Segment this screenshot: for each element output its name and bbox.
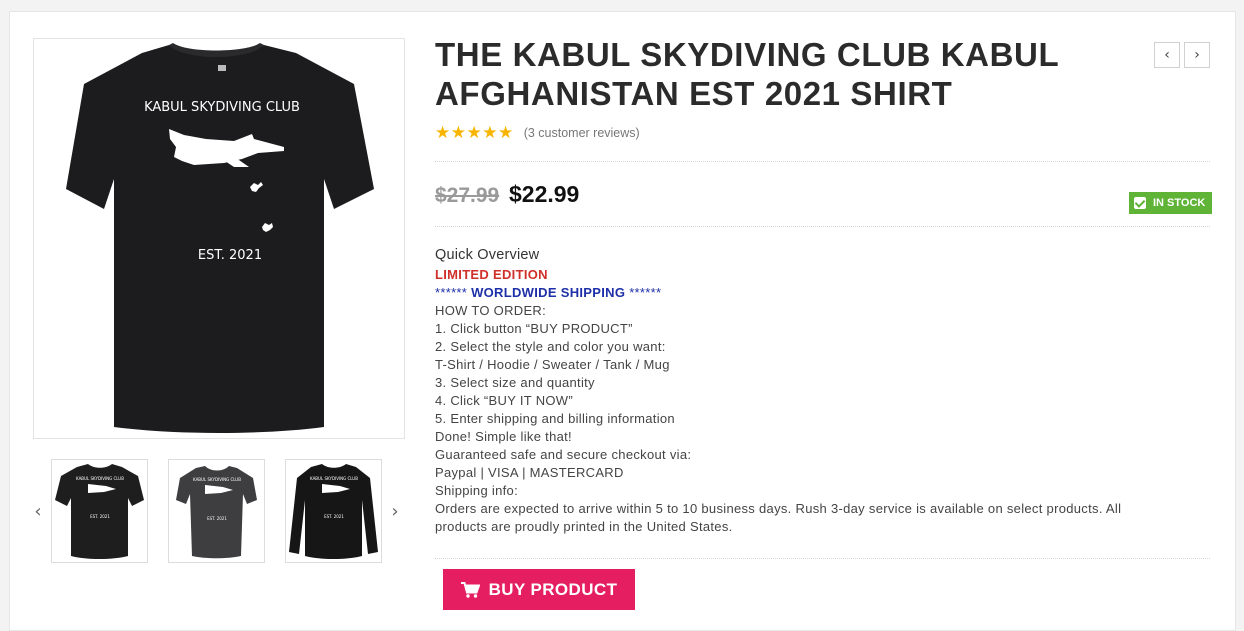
thumbnail-shirt-text-bottom: EST. 2021: [90, 514, 110, 519]
overview-line: Done! Simple like that!: [435, 429, 572, 444]
shipping-text: WORLDWIDE SHIPPING: [471, 285, 626, 300]
stock-label: IN STOCK: [1153, 197, 1206, 209]
stock-badge: IN STOCK: [1129, 192, 1213, 214]
buy-product-label: BUY PRODUCT: [488, 579, 618, 599]
overview-line: 4. Click “BUY IT NOW”: [435, 393, 573, 408]
t-shirt-image: KABUL SKYDIVING CLUB EST. 2021: [34, 39, 404, 438]
thumbnail-shirt-text-top: KABUL SKYDIVING CLUB: [193, 477, 241, 482]
quick-overview: Quick Overview LIMITED EDITION ****** WO…: [435, 245, 1175, 536]
divider: [435, 161, 1210, 162]
product-rating: ★★★★★ (3 customer reviews): [435, 123, 640, 143]
main-product-image[interactable]: KABUL SKYDIVING CLUB EST. 2021: [33, 38, 405, 439]
shopping-cart-icon: [460, 581, 480, 598]
shirt-text-top: KABUL SKYDIVING CLUB: [144, 100, 300, 115]
product-title: THE KABUL SKYDIVING CLUB KABUL AFGHANIST…: [435, 36, 1059, 112]
chevron-right-icon: ›: [1194, 47, 1200, 63]
star-icon: ★★★★★: [435, 123, 514, 143]
price-old: $27.99: [435, 184, 500, 207]
check-icon: [1134, 197, 1146, 209]
overview-line: Orders are expected to arrive within 5 t…: [435, 501, 1122, 534]
thumbnail-t-shirt[interactable]: KABUL SKYDIVING CLUB EST. 2021: [51, 459, 148, 563]
shirt-text-bottom: EST. 2021: [198, 248, 262, 263]
shipping-asterisks-left: ******: [435, 285, 468, 300]
thumbnail-shirt-text-top: KABUL SKYDIVING CLUB: [310, 476, 358, 481]
overview-line: Shipping info:: [435, 483, 518, 498]
worldwide-shipping-label: ****** WORLDWIDE SHIPPING ******: [435, 284, 1175, 302]
prev-product-button[interactable]: ‹: [1154, 42, 1180, 68]
overview-line: 2. Select the style and color you want:: [435, 339, 666, 354]
thumbnail-shirt-text-bottom: EST. 2021: [207, 516, 227, 521]
buy-product-button[interactable]: BUY PRODUCT: [443, 569, 635, 610]
reviews-link[interactable]: (3 customer reviews): [524, 126, 640, 140]
thumbnail-long-sleeve[interactable]: KABUL SKYDIVING CLUB EST. 2021: [285, 459, 382, 563]
next-product-button[interactable]: ›: [1184, 42, 1210, 68]
overview-heading: Quick Overview: [435, 247, 540, 263]
overview-line: Paypal | VISA | MASTERCARD: [435, 465, 624, 480]
chevron-left-icon: ‹: [1164, 47, 1170, 63]
overview-line: 5. Enter shipping and billing informatio…: [435, 411, 675, 426]
overview-line: 1. Click button “BUY PRODUCT”: [435, 321, 633, 336]
thumbnail-shirt-text-bottom: EST. 2021: [324, 514, 344, 519]
divider: [435, 226, 1210, 227]
product-card: KABUL SKYDIVING CLUB EST. 2021 ‹ KABUL S…: [9, 11, 1236, 631]
overview-line: T-Shirt / Hoodie / Sweater / Tank / Mug: [435, 357, 670, 372]
limited-edition-label: LIMITED EDITION: [435, 267, 548, 282]
thumbnail-women-tee[interactable]: KABUL SKYDIVING CLUB EST. 2021: [168, 459, 265, 563]
thumbnail-prev-button[interactable]: ‹: [30, 501, 46, 523]
overview-line: Guaranteed safe and secure checkout via:: [435, 447, 692, 462]
thumbnail-next-button[interactable]: ›: [387, 501, 403, 523]
shipping-asterisks-right: ******: [629, 285, 662, 300]
overview-line: HOW TO ORDER:: [435, 303, 547, 318]
price-current: $22.99: [509, 181, 580, 207]
thumbnail-shirt-text-top: KABUL SKYDIVING CLUB: [76, 476, 124, 481]
divider: [435, 558, 1210, 559]
overview-line: 3. Select size and quantity: [435, 375, 595, 390]
